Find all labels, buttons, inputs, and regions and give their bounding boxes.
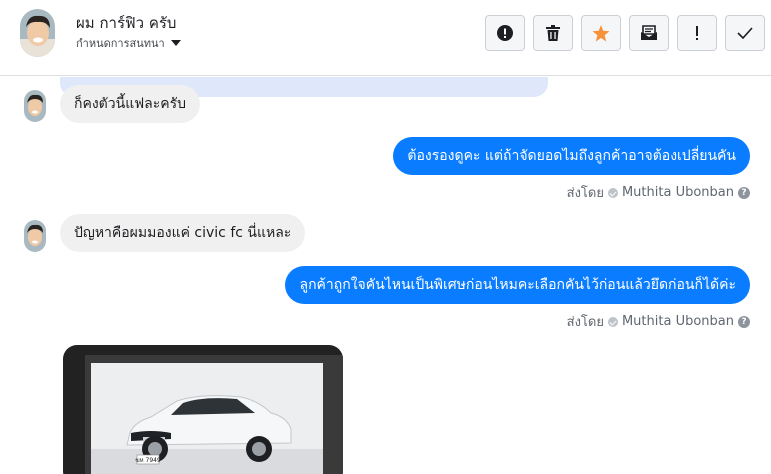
sent-check-icon: [607, 187, 618, 198]
alert-circle-icon: [497, 25, 513, 41]
conversation-header: ผม การ์ฟิว ครับ กำหนดการสนทนา: [0, 0, 771, 76]
star-icon: [592, 24, 610, 41]
help-icon[interactable]: ?: [738, 315, 750, 328]
sent-by-label: ส่งโดย: [566, 315, 604, 330]
caret-down-icon: [170, 40, 181, 46]
outgoing-message[interactable]: ลูกค้าถูกใจคันไหนเป็นพิเศษก่อนไหมคะเลือก…: [285, 266, 750, 304]
mark-important-button[interactable]: [677, 15, 717, 51]
exclamation-icon: [696, 26, 698, 40]
contact-name: ผม การ์ฟิว ครับ: [76, 14, 177, 32]
star-button[interactable]: [581, 15, 621, 51]
help-icon[interactable]: ?: [738, 186, 750, 199]
checkmark-icon: [737, 27, 753, 39]
outgoing-message[interactable]: ต้องรองดูคะ แต่ถ้าจัดยอดไมถึงลูกค้าอาจต้…: [393, 137, 750, 175]
white-honda-civic-photo: ฆห 7949: [91, 363, 323, 474]
sent-by-info: ส่งโดย Muthita Ubonban ?: [567, 182, 750, 203]
incoming-message[interactable]: ก็คงตัวนี้แฟละครับ: [60, 85, 201, 123]
incoming-message[interactable]: ปัญหาคือผมมองแค่ civic fc นี่แหละ: [60, 214, 306, 252]
sender-name[interactable]: Muthita Ubonban: [622, 314, 734, 329]
mark-done-button[interactable]: [725, 15, 765, 51]
contact-avatar-small[interactable]: [24, 90, 46, 122]
conversation-schedule-label: กำหนดการสนทนา: [76, 37, 165, 50]
contact-avatar-small[interactable]: [24, 220, 46, 252]
report-spam-button[interactable]: [485, 15, 525, 51]
sender-name[interactable]: Muthita Ubonban: [622, 185, 734, 200]
contact-avatar[interactable]: [20, 9, 55, 57]
license-plate-text: ฆห 7949: [135, 457, 161, 464]
sent-by-info: ส่งโดย Muthita Ubonban ?: [567, 311, 750, 332]
sent-by-label: ส่งโดย: [566, 186, 604, 201]
conversation-actions: [485, 15, 765, 51]
trash-icon: [546, 25, 560, 41]
image-attachment[interactable]: ฆห 7949: [63, 345, 343, 474]
delete-button[interactable]: [533, 15, 573, 51]
mark-unread-icon: [641, 25, 657, 40]
conversation-schedule-dropdown[interactable]: กำหนดการสนทนา: [76, 34, 181, 52]
message-thread[interactable]: ก็คงตัวนี้แฟละครับ ต้องรองดูคะ แต่ถ้าจัด…: [0, 77, 771, 474]
mark-unread-button[interactable]: [629, 15, 669, 51]
sent-check-icon: [607, 316, 618, 327]
